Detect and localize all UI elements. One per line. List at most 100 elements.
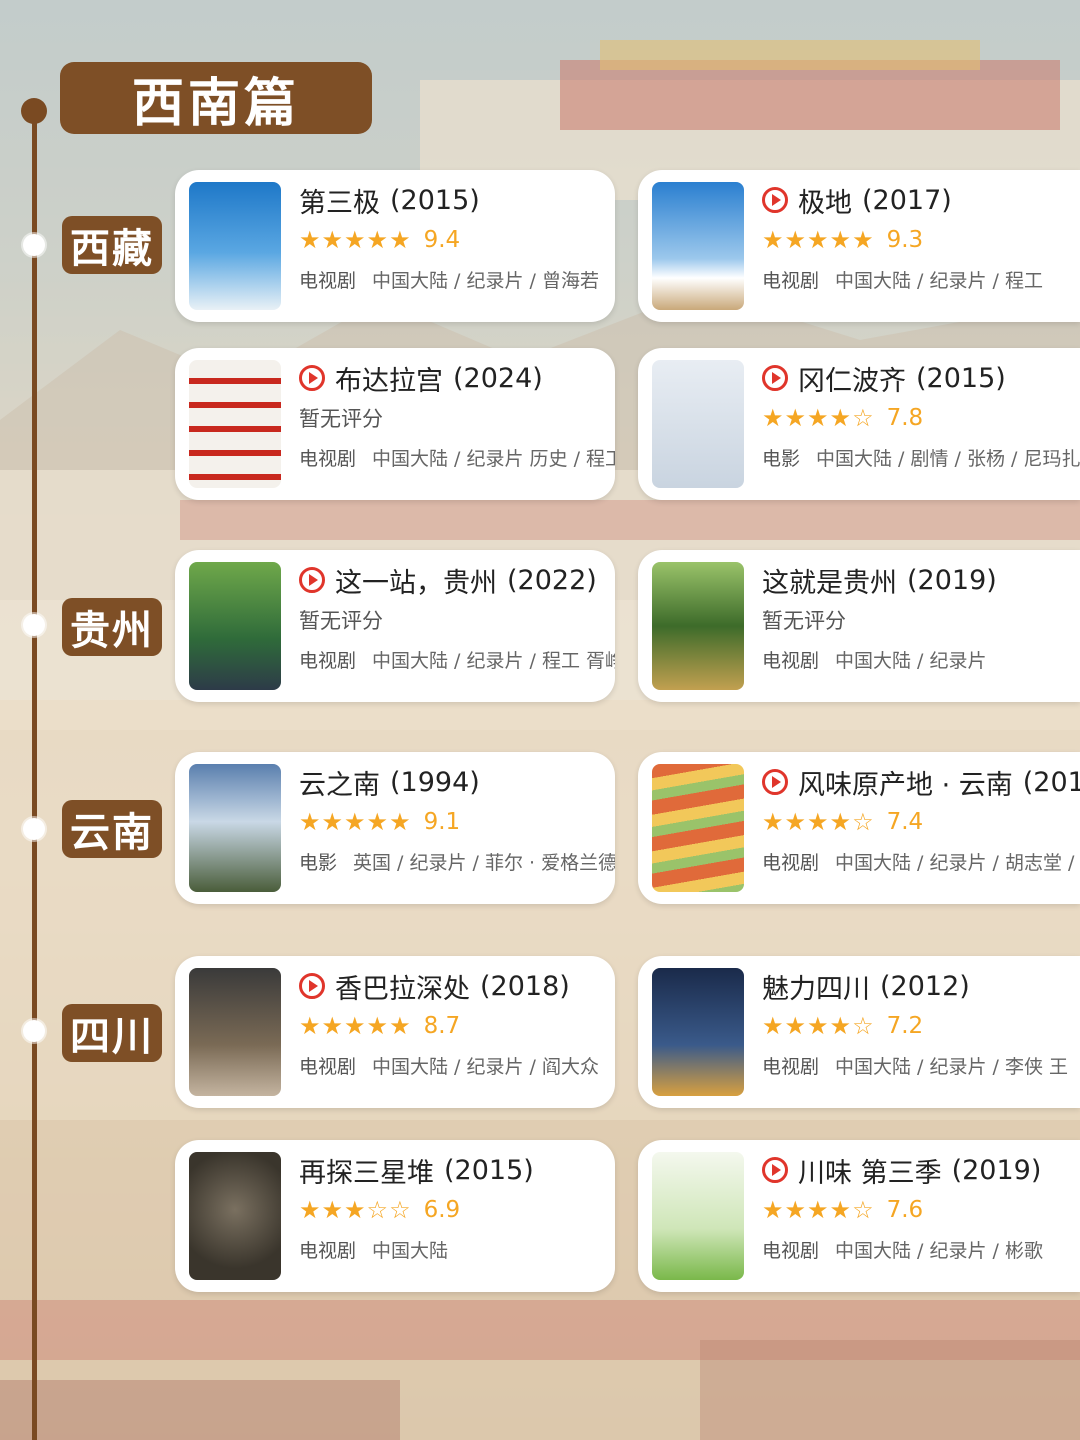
card-year: (2019) [1022,766,1080,798]
card-title-row: 极地 (2017) [762,180,1080,220]
card-title-row: 风味原产地 · 云南 (2019) [762,762,1080,802]
timeline-dot [23,614,45,636]
star-rating-icon: ★★★★★ [299,226,412,254]
poster-image [652,360,744,488]
media-type: 电视剧 [762,851,820,874]
card-meta: 中国大陆 / 剧情 / 张杨 / 尼玛扎堆 [816,447,1080,470]
play-icon[interactable] [762,187,788,213]
card-meta: 中国大陆 / 纪录片 / 阎大众 [372,1055,599,1078]
media-type: 电视剧 [299,1055,357,1078]
media-card[interactable]: 这一站，贵州 (2022) 暂无评分电视剧 中国大陆 / 纪录片 / 程工 胥峥 [175,550,615,702]
star-rating-icon: ★★★★★ [299,1012,412,1040]
rating-score: 9.1 [423,809,461,835]
no-rating-text: 暂无评分 [299,609,383,633]
card-meta: 中国大陆 / 纪录片 [835,649,987,672]
card-title: 云之南 [299,769,380,801]
card-title: 香巴拉深处 [335,973,470,1005]
card-meta: 中国大陆 / 纪录片 / 胡志堂 / 孙 [835,851,1080,874]
media-card[interactable]: 冈仁波齐 (2015) ★★★★☆ 7.8 电影 中国大陆 / 剧情 / 张杨 / 尼玛扎… [638,348,1080,500]
card-year: (2015) [390,184,480,216]
no-rating-text: 暂无评分 [299,407,383,431]
region-label-sichuan: 四川 [62,1004,162,1062]
card-title: 这一站，贵州 [335,567,497,599]
timeline-line [32,110,37,1440]
card-title-row: 魅力四川 (2012) [762,966,1080,1006]
play-icon[interactable] [762,1157,788,1183]
card-title: 风味原产地 · 云南 [798,769,1013,801]
timeline-start-dot [21,98,47,124]
media-card[interactable]: 川味 第三季 (2019) ★★★★☆ 7.6 电视剧 中国大陆 / 纪录片 / 彬歌 [638,1140,1080,1292]
card-title-row: 香巴拉深处 (2018) [299,966,615,1006]
play-icon[interactable] [299,365,325,391]
card-title: 这就是贵州 [762,567,897,599]
media-card[interactable]: 魅力四川 (2012) ★★★★☆ 7.2 电视剧 中国大陆 / 纪录片 / 李侠 王 [638,956,1080,1108]
media-card[interactable]: 布达拉宫 (2024) 暂无评分 电视剧 中国大陆 / 纪录片 历史 / 程工 [175,348,615,500]
poster-image [189,562,281,690]
card-meta: 中国大陆 / 纪录片 / 程工 [835,269,1043,292]
media-card[interactable]: 香巴拉深处 (2018) ★★★★★ 8.7 电视剧 中国大陆 / 纪录片 / 阎大众 [175,956,615,1108]
card-meta: 中国大陆 / 纪录片 / 李侠 王 [835,1055,1069,1078]
timeline-dot [23,234,45,256]
star-rating-icon: ★★★★☆ [762,404,875,432]
poster-image [652,1152,744,1280]
media-type: 电影 [762,447,801,470]
page-title: 西南篇 [60,62,372,134]
rating-score: 6.9 [423,1197,461,1223]
card-title-row: 云之南 (1994) [299,762,615,802]
card-year: (2015) [916,362,1006,394]
play-icon[interactable] [299,973,325,999]
rating-score: 7.6 [886,1197,924,1223]
play-icon[interactable] [762,769,788,795]
star-rating-icon: ★★★★☆ [762,808,875,836]
card-meta: 中国大陆 [372,1239,449,1262]
media-card[interactable]: 风味原产地 · 云南 (2019) ★★★★☆ 7.4 电视剧中国大陆 / 纪录片 / … [638,752,1080,904]
region-label-xizang: 西藏 [62,216,162,274]
media-card[interactable]: 极地 (2017) ★★★★★ 9.3 电视剧 中国大陆 / 纪录片 / 程工 [638,170,1080,322]
card-title: 再探三星堆 [299,1157,434,1189]
card-title-row: 第三极 (2015) [299,180,615,220]
poster-image [189,182,281,310]
star-rating-icon: ★★★★☆ [762,1196,875,1224]
media-type: 电视剧 [762,1055,820,1078]
card-year: (2015) [444,1154,534,1186]
timeline-dot [23,1020,45,1042]
star-rating-icon: ★★★★☆ [762,1012,875,1040]
media-card[interactable]: 云之南 (1994) ★★★★★ 9.1 电影 英国 / 纪录片 / 菲尔 · 爱格兰德 [175,752,615,904]
rating-score: 7.8 [886,405,924,431]
media-card[interactable]: 这就是贵州 (2019) 暂无评分 电视剧 中国大陆 / 纪录片 [638,550,1080,702]
card-title: 极地 [798,187,852,219]
media-type: 电视剧 [299,649,357,672]
card-year: (2024) [453,362,543,394]
poster-image [189,764,281,892]
card-meta: 中国大陆 / 纪录片 / 程工 胥峥 [372,649,615,672]
card-title-row: 这一站，贵州 (2022) [299,560,615,600]
poster-image [189,1152,281,1280]
media-type: 电视剧 [299,447,357,470]
play-icon[interactable] [299,567,325,593]
play-icon[interactable] [762,365,788,391]
poster-image [189,968,281,1096]
card-title: 川味 第三季 [798,1157,942,1189]
card-title-row: 这就是贵州 (2019) [762,560,1080,600]
card-year: (2017) [862,184,952,216]
card-title-row: 布达拉宫 (2024) [299,358,615,398]
card-title-row: 川味 第三季 (2019) [762,1150,1080,1190]
media-card[interactable]: 第三极 (2015) ★★★★★ 9.4 电视剧 中国大陆 / 纪录片 / 曾海若 [175,170,615,322]
media-card[interactable]: 再探三星堆 (2015) ★★★☆☆ 6.9 电视剧 中国大陆 [175,1140,615,1292]
card-title: 第三极 [299,187,380,219]
region-label-guizhou: 贵州 [62,598,162,656]
card-title: 冈仁波齐 [798,365,906,397]
poster-image [189,360,281,488]
rating-score: 7.4 [886,809,924,835]
card-title: 魅力四川 [762,973,870,1005]
media-type: 电视剧 [762,1239,820,1262]
media-type: 电影 [299,851,338,874]
poster-image [652,182,744,310]
star-rating-icon: ★★★★★ [762,226,875,254]
rating-score: 7.2 [886,1013,924,1039]
card-year: (2022) [507,564,597,596]
media-type: 电视剧 [299,269,357,292]
card-title: 布达拉宫 [335,365,443,397]
star-rating-icon: ★★★★★ [299,808,412,836]
card-year: (1994) [390,766,480,798]
